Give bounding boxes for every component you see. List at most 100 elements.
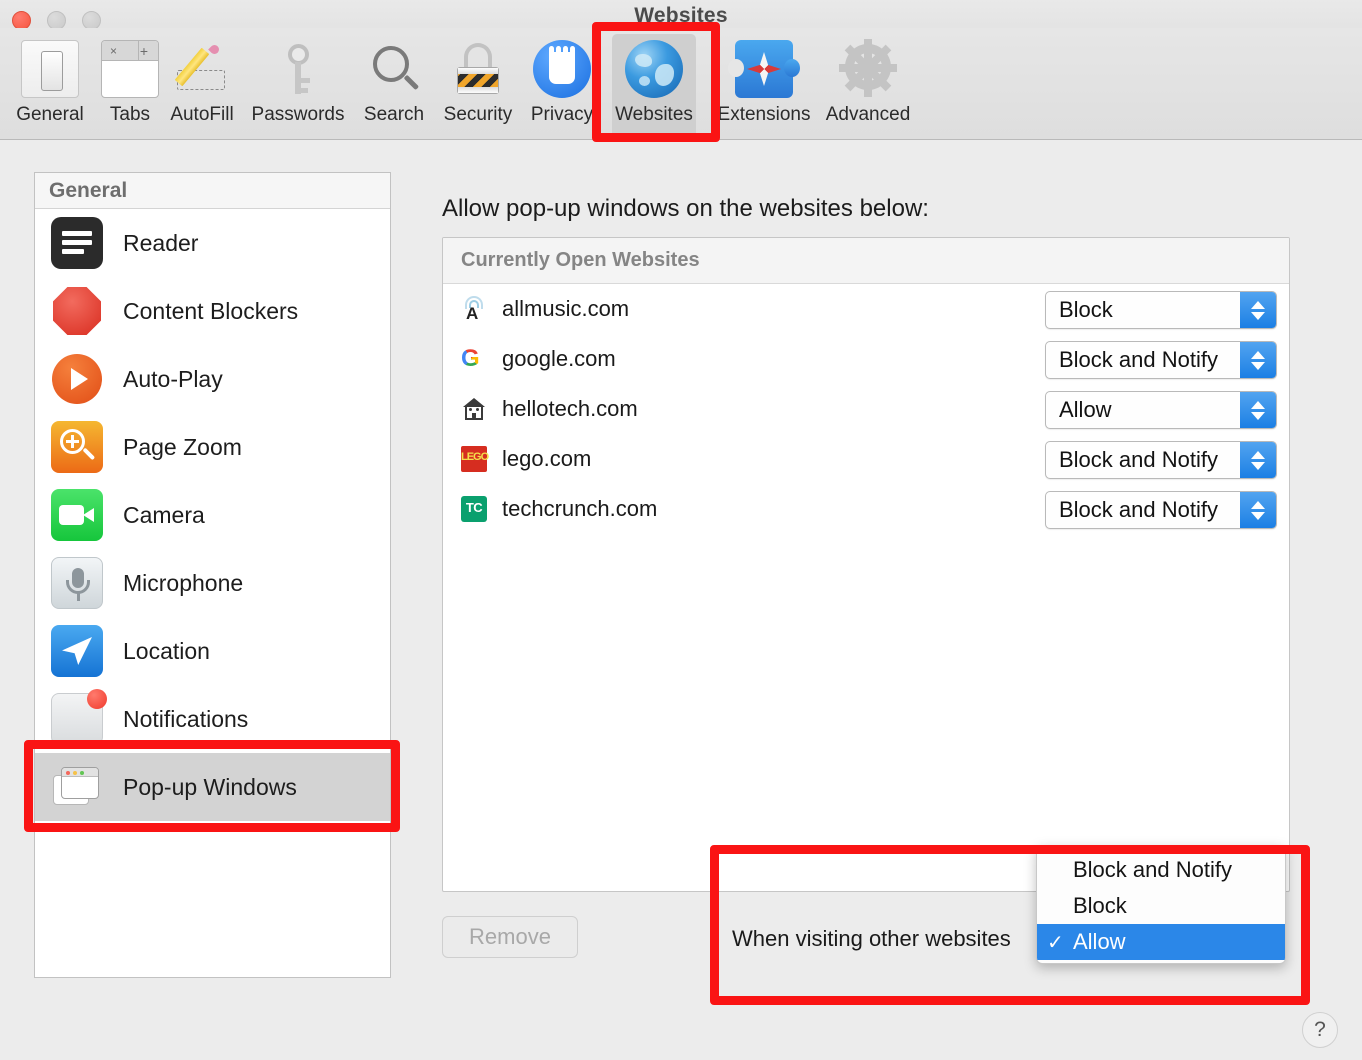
settings-sidebar: General Reader Content Blockers Auto-Pla… bbox=[34, 172, 391, 978]
tabs-icon: × + bbox=[101, 40, 159, 98]
table-row[interactable]: A allmusic.com Block bbox=[443, 284, 1289, 334]
toolbar-label: Tabs bbox=[109, 104, 151, 125]
auto-play-icon bbox=[51, 353, 103, 405]
menu-item-label: Block and Notify bbox=[1073, 857, 1232, 882]
table-row[interactable]: TC techcrunch.com Block and Notify bbox=[443, 484, 1289, 534]
toolbar-label: Security bbox=[443, 104, 513, 125]
passwords-icon bbox=[269, 40, 327, 98]
sidebar-item-reader[interactable]: Reader bbox=[35, 209, 390, 277]
preferences-window: Websites General × + Tabs AutoFill Passwo… bbox=[0, 0, 1362, 1060]
sidebar-item-label: Reader bbox=[123, 229, 199, 256]
table-row[interactable]: G google.com Block and Notify bbox=[443, 334, 1289, 384]
sidebar-item-auto-play[interactable]: Auto-Play bbox=[35, 345, 390, 413]
content-blockers-icon bbox=[51, 285, 103, 337]
sidebar-item-label: Content Blockers bbox=[123, 297, 299, 324]
sidebar-item-page-zoom[interactable]: Page Zoom bbox=[35, 413, 390, 481]
sidebar-item-popup-windows[interactable]: Pop-up Windows bbox=[35, 753, 390, 821]
techcrunch-favicon: TC bbox=[461, 496, 487, 522]
microphone-icon bbox=[51, 557, 103, 609]
page-zoom-icon bbox=[51, 421, 103, 473]
chevron-updown-icon[interactable] bbox=[1240, 292, 1276, 328]
sidebar-item-label: Page Zoom bbox=[123, 433, 242, 460]
toolbar-item-advanced[interactable]: Advanced bbox=[826, 34, 910, 138]
permission-select[interactable]: Block bbox=[1045, 291, 1277, 329]
remove-button[interactable]: Remove bbox=[442, 916, 578, 958]
site-name: lego.com bbox=[502, 446, 592, 471]
permission-value: Block and Notify bbox=[1059, 447, 1218, 472]
toolbar-label: Websites bbox=[615, 104, 693, 125]
sidebar-item-camera[interactable]: Camera bbox=[35, 481, 390, 549]
sidebar-item-label: Notifications bbox=[123, 705, 249, 732]
chevron-updown-icon[interactable] bbox=[1240, 442, 1276, 478]
permission-value: Block bbox=[1059, 297, 1113, 322]
menu-item-label: Allow bbox=[1073, 929, 1126, 954]
site-name: hellotech.com bbox=[502, 396, 638, 421]
allmusic-favicon: A bbox=[461, 296, 487, 322]
sidebar-item-label: Microphone bbox=[123, 569, 244, 596]
toolbar-label: Extensions bbox=[717, 104, 811, 125]
permission-value: Block and Notify bbox=[1059, 347, 1218, 372]
websites-list-header: Currently Open Websites bbox=[443, 238, 1289, 284]
toolbar-item-websites[interactable]: Websites bbox=[612, 34, 696, 138]
window-title: Websites bbox=[634, 4, 728, 27]
other-websites-dropdown-menu[interactable]: Block and Notify Block ✓ Allow bbox=[1036, 845, 1286, 964]
when-visiting-other-websites-label: When visiting other websites bbox=[732, 926, 1011, 951]
lego-favicon: LEGO bbox=[461, 446, 489, 472]
sidebar-item-microphone[interactable]: Microphone bbox=[35, 549, 390, 617]
preferences-toolbar: General × + Tabs AutoFill Passwords Searc… bbox=[0, 28, 1362, 140]
site-name: techcrunch.com bbox=[502, 496, 658, 521]
remove-button-label: Remove bbox=[469, 924, 551, 949]
table-row[interactable]: hellotech.com Allow bbox=[443, 384, 1289, 434]
toolbar-item-search[interactable]: Search bbox=[352, 34, 436, 138]
privacy-icon bbox=[533, 40, 591, 98]
checkmark-icon: ✓ bbox=[1047, 931, 1064, 954]
toolbar-label: Passwords bbox=[251, 104, 345, 125]
sidebar-item-location[interactable]: Location bbox=[35, 617, 390, 685]
table-row[interactable]: LEGO lego.com Block and Notify bbox=[443, 434, 1289, 484]
permission-select[interactable]: Block and Notify bbox=[1045, 441, 1277, 479]
notifications-icon bbox=[51, 689, 107, 745]
content-heading: Allow pop-up windows on the websites bel… bbox=[442, 195, 929, 222]
sidebar-item-notifications[interactable]: Notifications bbox=[35, 685, 390, 753]
toolbar-label: General bbox=[16, 104, 84, 125]
search-icon bbox=[365, 40, 423, 98]
sidebar-header-label: General bbox=[49, 178, 128, 202]
permission-value: Allow bbox=[1059, 397, 1112, 422]
menu-item-allow[interactable]: ✓ Allow bbox=[1037, 924, 1285, 960]
toolbar-item-autofill[interactable]: AutoFill bbox=[160, 34, 244, 138]
toolbar-item-extensions[interactable]: Extensions bbox=[718, 34, 810, 138]
site-name: google.com bbox=[502, 346, 616, 371]
google-favicon: G bbox=[461, 345, 480, 372]
menu-item-label: Block bbox=[1073, 893, 1127, 918]
websites-list: Currently Open Websites A allmusic.com B… bbox=[442, 237, 1290, 892]
sidebar-item-content-blockers[interactable]: Content Blockers bbox=[35, 277, 390, 345]
toolbar-item-security[interactable]: Security bbox=[436, 34, 520, 138]
toolbar-item-privacy[interactable]: Privacy bbox=[520, 34, 604, 138]
sidebar-item-label: Auto-Play bbox=[123, 365, 223, 392]
toolbar-item-general[interactable]: General bbox=[8, 34, 92, 138]
permission-select[interactable]: Block and Notify bbox=[1045, 491, 1277, 529]
chevron-updown-icon[interactable] bbox=[1240, 342, 1276, 378]
popup-windows-icon bbox=[51, 761, 103, 813]
sidebar-item-label: Location bbox=[123, 637, 210, 664]
permission-value: Block and Notify bbox=[1059, 497, 1218, 522]
reader-icon bbox=[51, 217, 103, 269]
chevron-updown-icon[interactable] bbox=[1240, 392, 1276, 428]
sidebar-header: General bbox=[35, 173, 390, 209]
list-header-label: Currently Open Websites bbox=[461, 249, 700, 271]
sidebar-item-label: Pop-up Windows bbox=[123, 773, 297, 800]
toolbar-item-passwords[interactable]: Passwords bbox=[252, 34, 344, 138]
location-icon bbox=[51, 625, 103, 677]
menu-item-block-and-notify[interactable]: Block and Notify bbox=[1037, 852, 1285, 888]
toolbar-label: Search bbox=[363, 104, 425, 125]
security-icon bbox=[449, 40, 507, 98]
websites-icon bbox=[625, 40, 683, 98]
help-button[interactable]: ? bbox=[1302, 1012, 1338, 1048]
permission-select[interactable]: Block and Notify bbox=[1045, 341, 1277, 379]
camera-icon bbox=[51, 489, 103, 541]
permission-select[interactable]: Allow bbox=[1045, 391, 1277, 429]
chevron-updown-icon[interactable] bbox=[1240, 492, 1276, 528]
toolbar-label: Privacy bbox=[530, 104, 594, 125]
menu-item-block[interactable]: Block bbox=[1037, 888, 1285, 924]
toolbar-label: AutoFill bbox=[170, 104, 234, 125]
